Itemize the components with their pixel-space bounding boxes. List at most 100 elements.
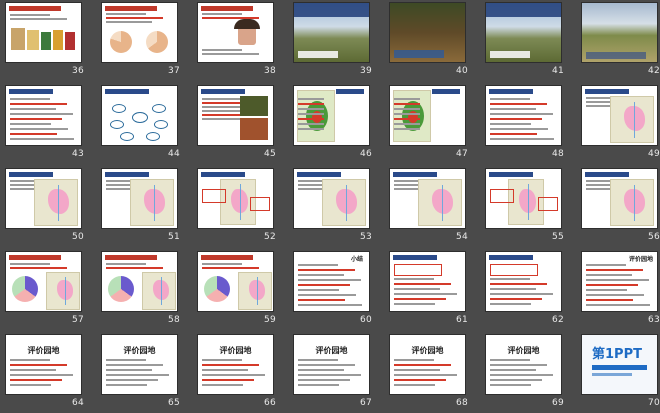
slide-title: 评价园地 bbox=[27, 345, 60, 355]
text-line bbox=[202, 13, 242, 15]
slide-preview[interactable] bbox=[390, 169, 465, 228]
slide-thumbnail[interactable]: 43 bbox=[0, 83, 88, 163]
slide-preview[interactable]: 第1PPT bbox=[582, 335, 657, 394]
slide-thumbnail[interactable]: 39 bbox=[288, 0, 376, 80]
slide-thumbnail[interactable]: 59 bbox=[192, 249, 280, 329]
text-line bbox=[10, 267, 67, 269]
slide-preview[interactable] bbox=[486, 252, 561, 311]
slide-number: 59 bbox=[263, 315, 276, 325]
slide-thumbnail[interactable]: 58 bbox=[96, 249, 184, 329]
slide-preview[interactable]: 评价园地 bbox=[294, 335, 369, 394]
slide-thumbnail[interactable]: 54 bbox=[384, 166, 472, 246]
slide-thumbnail[interactable]: 61 bbox=[384, 249, 472, 329]
slide-thumbnail[interactable]: 44 bbox=[96, 83, 184, 163]
slide-number: 48 bbox=[551, 149, 564, 159]
text-line bbox=[10, 263, 50, 265]
slide-thumbnail[interactable]: 评价园地 66 bbox=[192, 332, 280, 412]
text-line bbox=[202, 369, 248, 371]
text-line bbox=[10, 98, 50, 100]
map-image bbox=[418, 179, 462, 226]
text-line bbox=[490, 118, 542, 120]
text-line bbox=[10, 138, 74, 140]
slide-thumbnail[interactable]: 50 bbox=[0, 166, 88, 246]
slide-preview[interactable] bbox=[6, 169, 81, 228]
slide-thumbnail[interactable]: 38 bbox=[192, 0, 280, 80]
text-line bbox=[490, 133, 537, 135]
slide-thumbnail[interactable]: 62 bbox=[480, 249, 568, 329]
slide-preview[interactable] bbox=[294, 3, 369, 62]
slide-preview[interactable]: 评价园地 bbox=[102, 335, 177, 394]
text-line bbox=[106, 17, 163, 19]
slide-preview[interactable]: 小结 bbox=[294, 252, 369, 311]
map-image bbox=[34, 179, 78, 226]
slide-thumbnail[interactable]: 53 bbox=[288, 166, 376, 246]
slide-thumbnail[interactable]: 51 bbox=[96, 166, 184, 246]
slide-thumbnail[interactable]: 小结 60 bbox=[288, 249, 376, 329]
slide-thumbnail[interactable]: 评价园地 64 bbox=[0, 332, 88, 412]
slide-preview[interactable] bbox=[582, 3, 657, 62]
slide-preview[interactable] bbox=[6, 86, 81, 145]
slide-preview[interactable] bbox=[486, 86, 561, 145]
slide-preview[interactable] bbox=[582, 86, 657, 145]
slide-thumbnail[interactable]: 56 bbox=[576, 166, 660, 246]
slide-preview[interactable] bbox=[198, 3, 273, 62]
slide-title: 评价园地 bbox=[123, 345, 156, 355]
slide-number: 39 bbox=[359, 66, 372, 76]
slide-preview[interactable]: 评价园地 bbox=[582, 252, 657, 311]
slide-preview[interactable] bbox=[486, 3, 561, 62]
text-line bbox=[202, 53, 259, 55]
slide-thumbnail[interactable]: 57 bbox=[0, 249, 88, 329]
slide-preview[interactable] bbox=[390, 3, 465, 62]
slide-preview[interactable] bbox=[102, 86, 177, 145]
slide-thumbnail[interactable]: 评价园地 65 bbox=[96, 332, 184, 412]
slide-thumbnail[interactable]: 评价园地 69 bbox=[480, 332, 568, 412]
slide-preview[interactable] bbox=[102, 169, 177, 228]
text-line bbox=[394, 359, 434, 361]
slide-thumbnail[interactable]: 42 bbox=[576, 0, 660, 80]
slide-preview[interactable] bbox=[390, 86, 465, 145]
text-line bbox=[202, 98, 242, 100]
slide-preview[interactable]: 评价园地 bbox=[390, 335, 465, 394]
slide-thumbnail[interactable]: 41 bbox=[480, 0, 568, 80]
slide-number: 43 bbox=[71, 149, 84, 159]
slide-preview[interactable] bbox=[294, 169, 369, 228]
slide-thumbnail[interactable]: 47 bbox=[384, 83, 472, 163]
slide-preview[interactable] bbox=[390, 252, 465, 311]
slide-thumbnail[interactable]: 52 bbox=[192, 166, 280, 246]
slide-preview[interactable] bbox=[198, 86, 273, 145]
slide-preview[interactable] bbox=[102, 252, 177, 311]
slide-thumbnail[interactable]: 55 bbox=[480, 166, 568, 246]
slide-preview[interactable]: 评价园地 bbox=[6, 335, 81, 394]
slide-preview[interactable] bbox=[294, 86, 369, 145]
slide-thumbnail[interactable]: 评价园地 68 bbox=[384, 332, 472, 412]
text-line bbox=[394, 118, 420, 120]
text-line bbox=[10, 18, 67, 20]
slide-thumbnail[interactable]: 46 bbox=[288, 83, 376, 163]
slide-number: 36 bbox=[71, 66, 84, 76]
text-line bbox=[586, 284, 638, 286]
slide-preview[interactable] bbox=[486, 169, 561, 228]
slide-preview[interactable] bbox=[6, 3, 81, 62]
product-image bbox=[11, 28, 25, 50]
slide-preview[interactable] bbox=[582, 169, 657, 228]
slide-preview[interactable] bbox=[198, 252, 273, 311]
slide-thumbnail[interactable]: 评价园地 63 bbox=[576, 249, 660, 329]
slide-thumbnail[interactable]: 45 bbox=[192, 83, 280, 163]
slide-preview[interactable] bbox=[198, 169, 273, 228]
slide-preview[interactable] bbox=[102, 3, 177, 62]
slide-thumbnail[interactable]: 36 bbox=[0, 0, 88, 80]
slide-thumbnail[interactable]: 评价园地 67 bbox=[288, 332, 376, 412]
slide-thumbnail[interactable]: 第1PPT 70 bbox=[576, 332, 660, 412]
slide-thumbnail[interactable]: 48 bbox=[480, 83, 568, 163]
slide-thumbnail[interactable]: 40 bbox=[384, 0, 472, 80]
slide-thumbnail[interactable]: 49 bbox=[576, 83, 660, 163]
slide-thumbnail[interactable]: 37 bbox=[96, 0, 184, 80]
text-line bbox=[10, 108, 56, 110]
slide-preview[interactable]: 评价园地 bbox=[198, 335, 273, 394]
text-line bbox=[298, 299, 345, 301]
text-line bbox=[10, 369, 56, 371]
pie-chart bbox=[204, 276, 230, 302]
slide-preview[interactable] bbox=[6, 252, 81, 311]
text-line bbox=[490, 303, 531, 305]
slide-preview[interactable]: 评价园地 bbox=[486, 335, 561, 394]
